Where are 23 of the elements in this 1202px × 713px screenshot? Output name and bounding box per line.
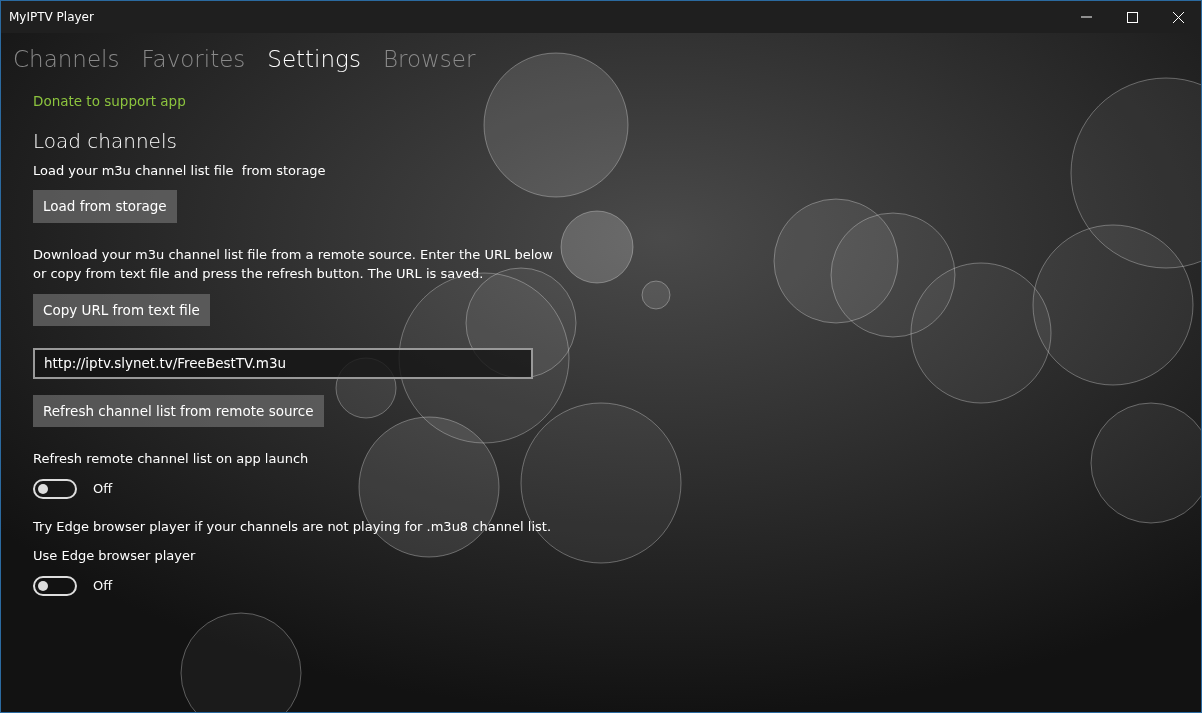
- setting-description: Load your m3u channel list file from storage: [33, 161, 326, 180]
- action-button[interactable]: Load from storage: [33, 190, 177, 223]
- setting-description: Download your m3u channel list file from a remote source. Enter the URL below or copy from text file and press the refresh button. The URL is saved.: [33, 245, 554, 283]
- setting-description: Try Edge browser player if your channels are not playing for .m3u8 channel list.: [33, 517, 552, 536]
- nav-tab[interactable]: Favorites: [141, 42, 246, 77]
- toggle-switch[interactable]: [33, 575, 77, 596]
- maximize-icon: [1126, 11, 1138, 23]
- url-field[interactable]: http://iptv.slynet.tv/FreeBestTV.m3u: [33, 347, 533, 379]
- window-title: MyIPTV Player: [9, 9, 95, 26]
- action-button[interactable]: Copy URL from text file: [33, 293, 210, 326]
- toggle-switch[interactable]: [33, 478, 77, 499]
- close-icon: [1172, 11, 1184, 23]
- setting-description: Use Edge browser player: [33, 547, 196, 565]
- setting-description: Refresh remote channel list on app launch: [33, 450, 309, 468]
- toggle-state-label: Off: [93, 576, 113, 595]
- minimize-icon: [1080, 16, 1092, 18]
- section-heading: Load channels: [33, 128, 177, 153]
- donate-link[interactable]: Donate to support app: [33, 90, 186, 111]
- action-button[interactable]: Refresh channel list from remote source: [33, 394, 324, 427]
- nav-tab[interactable]: Browser: [382, 42, 476, 77]
- nav-tab[interactable]: Settings: [267, 42, 361, 77]
- nav-tab[interactable]: Channels: [13, 42, 120, 77]
- toggle-state-label: Off: [93, 479, 113, 498]
